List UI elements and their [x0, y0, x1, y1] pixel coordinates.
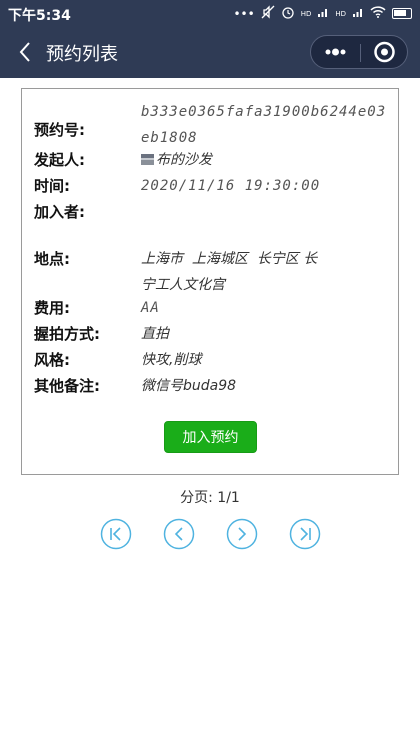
status-time: 下午5:34	[8, 8, 71, 24]
field-label: 风格:	[34, 351, 70, 369]
avatar	[141, 154, 154, 165]
capsule-close-button[interactable]	[361, 36, 408, 68]
field-value: 上海市 上海城区 长宁区 长宁工人文化宫	[141, 251, 318, 293]
target-circle-icon	[374, 41, 395, 63]
signal-hd-label-2: HD	[335, 9, 346, 18]
navigation-bar: 预约列表	[0, 28, 420, 78]
field-time: 时间: 2020/11/16 19:30:00	[34, 173, 389, 199]
signal-bars-icon-2	[352, 6, 364, 21]
field-value: 布的沙发	[156, 152, 212, 168]
more-dots-icon	[325, 48, 346, 56]
previous-page-button[interactable]	[163, 518, 195, 550]
field-joiners: 加入者:	[34, 199, 389, 225]
field-value: 微信号buda98	[141, 378, 237, 394]
field-value: 直拍	[141, 326, 169, 342]
alarm-icon	[281, 5, 295, 22]
status-bar: 下午5:34 ••• HD HD	[0, 0, 420, 28]
page-title: 预约列表	[46, 44, 118, 65]
field-grip: 握拍方式: 直拍	[34, 321, 389, 347]
last-page-button[interactable]	[289, 518, 321, 550]
battery-icon	[392, 8, 412, 19]
next-page-button[interactable]	[226, 518, 258, 550]
field-label: 预约号:	[34, 121, 85, 139]
reservation-card: 预约号: b333e0365fafa31900b6244e03eb1808 发起…	[21, 88, 399, 475]
wifi-icon	[370, 6, 386, 21]
join-reservation-button[interactable]: 加入预约	[164, 421, 257, 453]
field-value: 2020/11/16 19:30:00	[141, 178, 321, 194]
back-button[interactable]	[12, 38, 40, 66]
pagination-info: 分页: 1/1	[180, 490, 240, 506]
first-page-button[interactable]	[100, 518, 132, 550]
top-bar: 下午5:34 ••• HD HD 预约列表	[0, 0, 420, 78]
field-value: 快攻,削球	[141, 352, 202, 368]
field-label: 地点:	[34, 250, 70, 268]
field-label: 时间:	[34, 177, 70, 195]
chevron-left-icon	[163, 518, 195, 550]
field-style: 风格: 快攻,削球	[34, 347, 389, 373]
field-value-wrap: 布的沙发	[141, 147, 391, 173]
last-page-icon	[289, 518, 321, 550]
chevron-left-icon	[19, 42, 30, 62]
field-label: 加入者:	[34, 203, 85, 221]
capsule-more-button[interactable]	[311, 36, 360, 68]
chevron-right-icon	[226, 518, 258, 550]
status-icons: ••• HD HD	[233, 5, 412, 22]
field-initiator: 发起人: 布的沙发	[34, 147, 389, 173]
field-label: 握拍方式:	[34, 325, 100, 343]
field-fee: 费用: AA	[34, 295, 389, 321]
field-value: AA	[141, 300, 160, 316]
field-value: b333e0365fafa31900b6244e03eb1808	[141, 104, 387, 146]
more-dots-icon: •••	[233, 6, 255, 21]
field-label: 其他备注:	[34, 377, 100, 395]
mini-program-capsule	[310, 35, 408, 69]
field-notes: 其他备注: 微信号buda98	[34, 373, 389, 399]
mute-icon	[261, 5, 275, 22]
field-location: 地点: 上海市 上海城区 长宁区 长宁工人文化宫	[34, 246, 389, 298]
signal-hd-label: HD	[300, 9, 312, 18]
field-label: 发起人:	[34, 151, 85, 169]
first-page-icon	[100, 518, 132, 550]
field-reservation-id: 预约号: b333e0365fafa31900b6244e03eb1808	[34, 99, 389, 151]
field-label: 费用:	[34, 299, 70, 317]
signal-bars-icon	[317, 6, 329, 21]
